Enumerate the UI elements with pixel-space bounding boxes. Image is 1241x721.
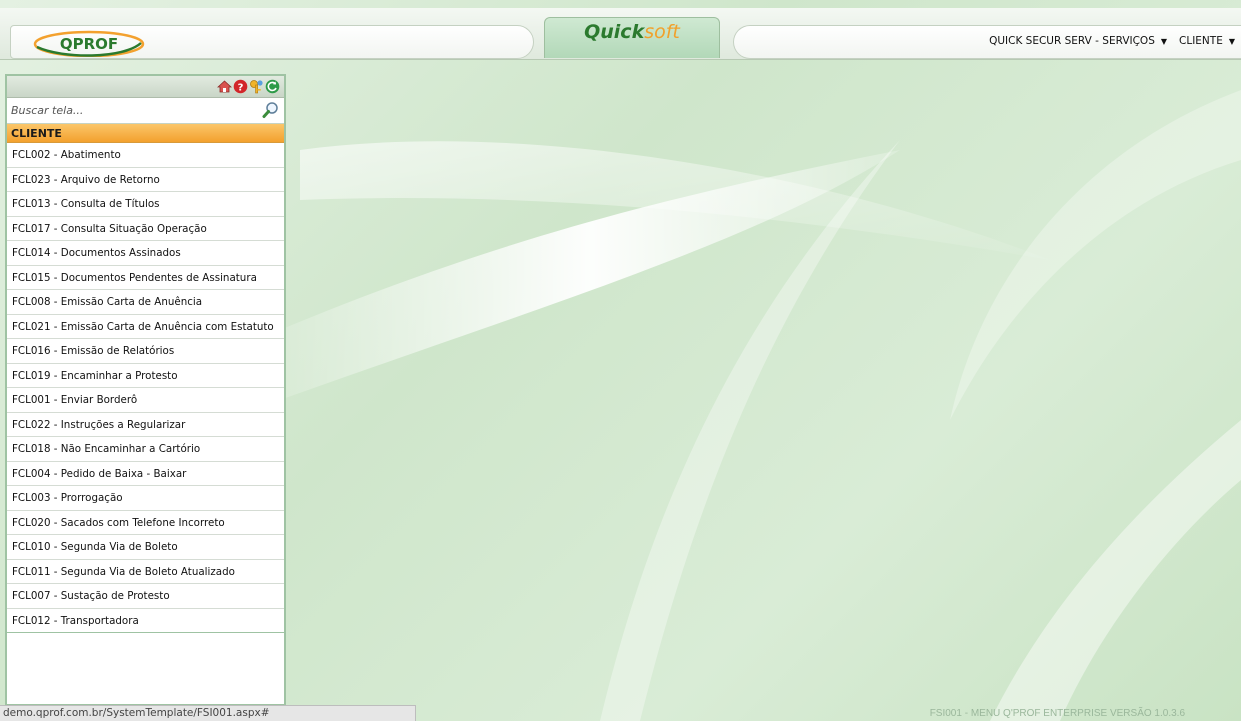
top-menu-bar: QUICK SECUR SERV - SERVIÇOS ▼ CLIENTE ▼ <box>733 25 1241 59</box>
list-item[interactable]: FCL021 - Emissão Carta de Anuência com E… <box>7 315 284 339</box>
qprof-logo-graphic: QPROF <box>33 30 145 57</box>
brand-part-soft: soft <box>644 21 680 43</box>
list-item[interactable]: FCL018 - Não Encaminhar a Cartório <box>7 437 284 462</box>
list-item[interactable]: FCL001 - Enviar Borderô <box>7 388 284 413</box>
list-item[interactable]: FCL020 - Sacados com Telefone Incorreto <box>7 511 284 535</box>
group-header-cliente[interactable]: CLIENTE <box>7 124 284 143</box>
list-item[interactable]: FCL003 - Prorrogação <box>7 486 284 511</box>
quicksoft-brand-tab: Quicksoft <box>544 17 720 58</box>
list-item[interactable]: FCL015 - Documentos Pendentes de Assinat… <box>7 266 284 290</box>
quicksoft-brand: Quicksoft <box>584 21 680 43</box>
list-item[interactable]: FCL013 - Consulta de Títulos <box>7 192 284 217</box>
svg-text:QPROF: QPROF <box>60 35 118 53</box>
footer-version: FSI001 - MENU Q'PROF ENTERPRISE VERSÃO 1… <box>929 708 1185 719</box>
menu-cliente-dropdown[interactable]: CLIENTE ▼ <box>1179 35 1235 47</box>
list-item[interactable]: FCL008 - Emissão Carta de Anuência <box>7 290 284 315</box>
sidebar-menu: ? CLIENTE FCL002 - Abatimento FCL023 - A… <box>5 74 286 706</box>
search-input[interactable] <box>7 98 284 123</box>
chevron-down-icon: ▼ <box>1228 36 1235 46</box>
list-item[interactable]: FCL016 - Emissão de Relatórios <box>7 339 284 364</box>
key-icon[interactable] <box>249 79 264 94</box>
menu-company-label: QUICK SECUR SERV - SERVIÇOS <box>989 35 1155 47</box>
list-item[interactable]: FCL011 - Segunda Via de Boleto Atualizad… <box>7 560 284 584</box>
brand-part-quick: Quick <box>584 21 645 43</box>
logo-bar: QPROF <box>10 25 534 59</box>
refresh-icon[interactable] <box>265 79 280 94</box>
browser-status-url: demo.qprof.com.br/SystemTemplate/FSI001.… <box>0 705 416 721</box>
top-menu: QUICK SECUR SERV - SERVIÇOS ▼ CLIENTE ▼ <box>989 35 1235 47</box>
list-item[interactable]: FCL017 - Consulta Situação Operação <box>7 217 284 241</box>
home-icon[interactable] <box>216 79 233 94</box>
list-item[interactable]: FCL007 - Sustação de Protesto <box>7 584 284 609</box>
menu-cliente-label: CLIENTE <box>1179 35 1223 47</box>
list-item[interactable]: FCL012 - Transportadora <box>7 609 284 633</box>
screen-list: FCL002 - Abatimento FCL023 - Arquivo de … <box>7 143 284 633</box>
list-item[interactable]: FCL002 - Abatimento <box>7 143 284 168</box>
sidebar-toolbar: ? <box>7 76 284 98</box>
help-icon[interactable]: ? <box>233 79 248 94</box>
list-item[interactable]: FCL014 - Documentos Assinados <box>7 241 284 266</box>
svg-text:?: ? <box>238 83 244 94</box>
search-icon[interactable] <box>262 101 280 119</box>
list-item[interactable]: FCL022 - Instruções a Regularizar <box>7 413 284 437</box>
sidebar-tool-icons: ? <box>216 79 280 94</box>
chevron-down-icon: ▼ <box>1160 36 1168 46</box>
app-header: QPROF Quicksoft QUICK SECUR SERV - SERVI… <box>0 8 1241 60</box>
list-item[interactable]: FCL004 - Pedido de Baixa - Baixar <box>7 462 284 486</box>
list-item[interactable]: FCL010 - Segunda Via de Boleto <box>7 535 284 560</box>
list-item[interactable]: FCL019 - Encaminhar a Protesto <box>7 364 284 388</box>
list-item[interactable]: FCL023 - Arquivo de Retorno <box>7 168 284 192</box>
screen-search <box>7 98 284 124</box>
qprof-logo[interactable]: QPROF <box>33 29 145 57</box>
menu-company-dropdown[interactable]: QUICK SECUR SERV - SERVIÇOS ▼ <box>989 35 1167 47</box>
